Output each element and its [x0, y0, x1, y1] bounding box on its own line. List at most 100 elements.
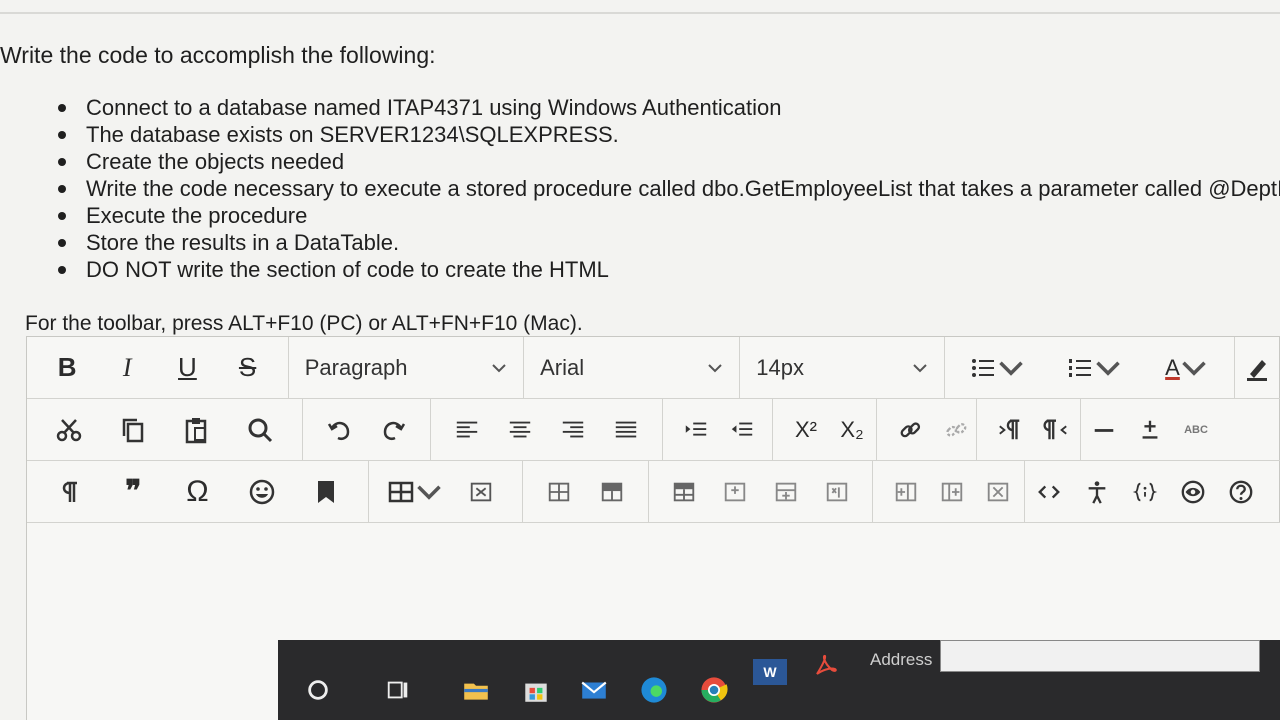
font-family-select[interactable]: Arial	[524, 337, 741, 398]
paragraph-mark-button[interactable]	[46, 470, 92, 514]
help-button[interactable]	[1218, 470, 1264, 514]
rtl-button[interactable]	[1033, 408, 1079, 452]
edge-browser-button[interactable]	[634, 670, 674, 710]
align-center-icon	[509, 421, 531, 437]
list-item: Store the results in a DataTable.	[58, 229, 1280, 256]
chrome-browser-button[interactable]	[694, 670, 734, 710]
folder-icon	[464, 683, 488, 700]
align-center-button[interactable]	[497, 408, 543, 452]
insert-row-after-button[interactable]	[763, 470, 809, 514]
plus-minus-icon	[1142, 420, 1158, 439]
blockquote-button[interactable]: ❞	[110, 470, 156, 514]
word-icon: W	[753, 659, 787, 685]
italic-button[interactable]: I	[104, 346, 150, 390]
bullet-list-icon	[972, 358, 995, 377]
undo-button[interactable]	[317, 408, 363, 452]
top-divider	[0, 12, 1280, 14]
delete-col-button[interactable]	[975, 470, 1021, 514]
insert-link-button[interactable]	[887, 408, 933, 452]
align-right-button[interactable]	[550, 408, 596, 452]
outdent-button[interactable]	[719, 408, 765, 452]
col-insert-before-icon	[895, 482, 917, 501]
task-view-button[interactable]	[378, 670, 418, 710]
mail-icon	[581, 681, 607, 699]
link-icon	[900, 421, 921, 437]
eye-icon	[1181, 480, 1205, 503]
row-properties-button[interactable]	[661, 470, 707, 514]
block-format-select[interactable]: Paragraph	[289, 337, 525, 398]
insert-table-button[interactable]	[387, 470, 443, 514]
cut-button[interactable]	[46, 408, 92, 452]
horizontal-line-button[interactable]	[1081, 408, 1127, 452]
insert-button[interactable]	[1127, 408, 1173, 452]
chevron-down-icon	[492, 363, 506, 372]
insert-row-before-button[interactable]	[712, 470, 758, 514]
preview-button[interactable]	[1170, 470, 1216, 514]
smiley-icon	[249, 479, 274, 504]
highlighter-icon	[1247, 359, 1267, 381]
undo-icon	[327, 421, 350, 440]
highlight-button[interactable]	[1235, 346, 1280, 390]
indent-button[interactable]	[673, 408, 719, 452]
find-button[interactable]	[237, 408, 283, 452]
font-size-value: 14px	[756, 354, 805, 380]
accessibility-button[interactable]	[1074, 470, 1120, 514]
link-group	[877, 399, 977, 460]
ltr-button[interactable]	[987, 408, 1033, 452]
toolbar-row-2: X² X₂ ABC	[27, 399, 1280, 461]
bullet-list-button[interactable]	[969, 346, 1025, 390]
chevron-down-icon	[417, 485, 441, 500]
outdent-icon	[731, 422, 753, 436]
delete-row-button[interactable]	[814, 470, 860, 514]
bookmark-button[interactable]	[303, 470, 349, 514]
store-bag-icon	[525, 683, 547, 702]
task-view-icon	[387, 681, 408, 699]
chevron-down-icon	[1096, 361, 1121, 376]
acrobat-button[interactable]	[806, 646, 846, 686]
special-char-button[interactable]: Ω	[174, 470, 220, 514]
numbered-list-button[interactable]	[1066, 346, 1122, 390]
remove-link-button[interactable]	[933, 408, 979, 452]
subscript-button[interactable]: X₂	[829, 408, 875, 452]
address-input[interactable]	[940, 640, 1260, 672]
font-size-select[interactable]: 14px	[740, 337, 945, 398]
file-explorer-button[interactable]	[456, 670, 496, 710]
help-icon	[1229, 480, 1253, 503]
indent-icon	[685, 422, 707, 436]
table-cell-group	[523, 461, 649, 522]
indent-group	[663, 399, 773, 460]
strikethrough-button[interactable]: S	[225, 346, 271, 390]
paste-button[interactable]	[173, 408, 219, 452]
source-code-button[interactable]	[1026, 470, 1072, 514]
redo-icon	[383, 421, 406, 440]
align-left-button[interactable]	[444, 408, 490, 452]
table-delete-icon	[471, 482, 492, 501]
copy-button[interactable]	[110, 408, 156, 452]
list-item: The database exists on SERVER1234\SQLEXP…	[58, 121, 1280, 148]
table-group	[369, 461, 523, 522]
table-properties-button[interactable]	[536, 470, 582, 514]
store-button[interactable]	[516, 670, 556, 710]
font-color-button[interactable]: A	[1163, 346, 1209, 390]
insert-col-after-button[interactable]	[929, 470, 975, 514]
embed-code-button[interactable]	[1122, 470, 1168, 514]
insert-col-before-button[interactable]	[883, 470, 929, 514]
emoji-button[interactable]	[239, 470, 285, 514]
word-button[interactable]: W	[750, 652, 790, 692]
start-search-button[interactable]	[298, 670, 338, 710]
numbered-list-icon	[1069, 358, 1092, 377]
spellcheck-button[interactable]: ABC	[1173, 408, 1219, 452]
justify-button[interactable]	[603, 408, 649, 452]
underline-button[interactable]: U	[164, 346, 210, 390]
redo-button[interactable]	[370, 408, 416, 452]
list-item: Create the objects needed	[58, 148, 1280, 175]
list-color-group: A	[945, 337, 1235, 398]
superscript-button[interactable]: X²	[783, 408, 829, 452]
mail-button[interactable]	[574, 670, 614, 710]
table-row-header-button[interactable]	[589, 470, 635, 514]
delete-table-button[interactable]	[458, 470, 504, 514]
ltr-icon	[999, 419, 1020, 439]
chrome-icon	[701, 677, 728, 703]
bold-button[interactable]: B	[44, 346, 90, 390]
alignment-group	[431, 399, 663, 460]
